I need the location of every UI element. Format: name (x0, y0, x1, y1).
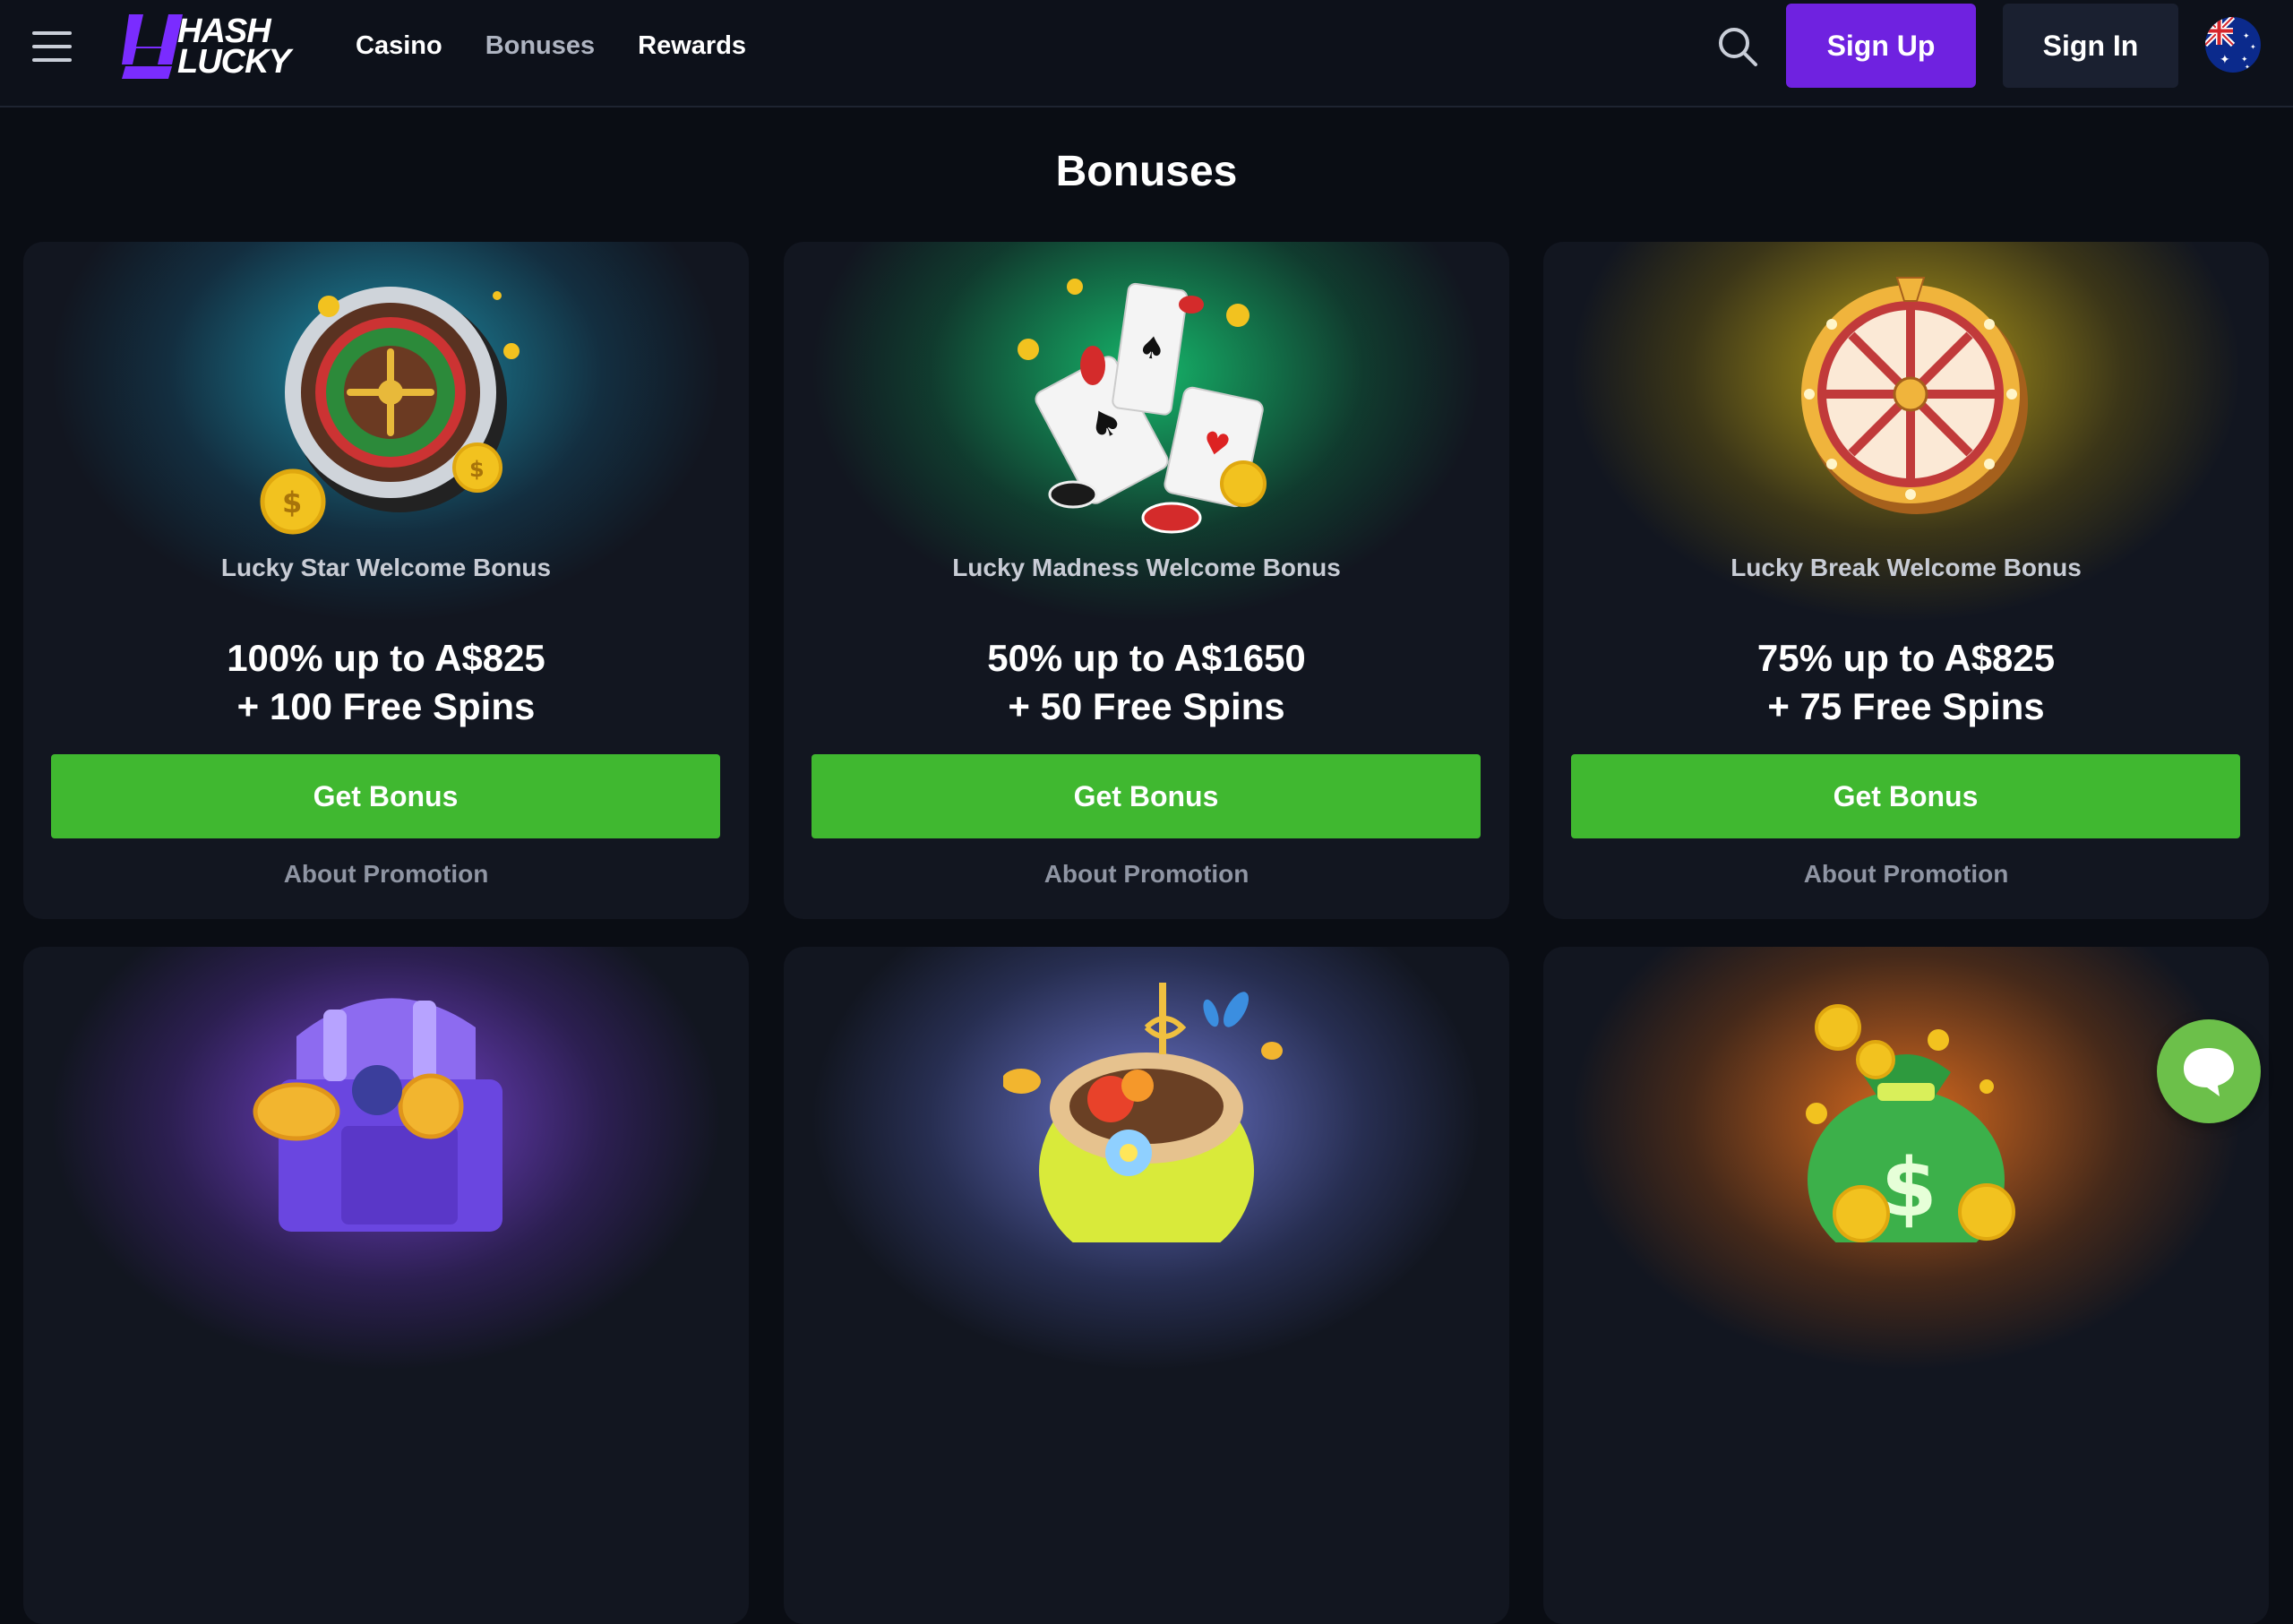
bonus-offer-line2: + 50 Free Spins (1008, 685, 1285, 727)
treasure-chest-icon (253, 998, 502, 1232)
chat-bubble-icon (2184, 1048, 2234, 1096)
get-bonus-button[interactable]: Get Bonus (1571, 754, 2240, 838)
bonus-name: Lucky Star Welcome Bonus (220, 554, 552, 581)
bonus-card: Lucky Break Welcome Bonus 75% up to A$82… (1543, 242, 2269, 919)
search-icon[interactable] (1716, 25, 1759, 68)
cocktail-coconut-icon (1003, 983, 1283, 1242)
sign-in-button[interactable]: Sign In (2003, 4, 2178, 88)
bonus-name: Lucky Madness Welcome Bonus (952, 554, 1341, 581)
svg-text:$: $ (469, 457, 485, 482)
svg-text:$: $ (1881, 1141, 1937, 1235)
logo-mark-icon (122, 14, 183, 79)
svg-text:$: $ (282, 485, 302, 520)
get-bonus-button[interactable]: Get Bonus (51, 754, 720, 838)
menu-icon[interactable] (32, 31, 72, 62)
get-bonus-button[interactable]: Get Bonus (812, 754, 1481, 838)
site-header: HASH LUCKY Casino Bonuses Rewards Sign U… (0, 0, 2293, 107)
bonus-card: $ $ Lucky Star Welcome Bonus 100% up to … (23, 242, 749, 919)
svg-text:✦: ✦ (2243, 32, 2250, 41)
about-promotion-link[interactable]: About Promotion (1543, 860, 2269, 889)
bonus-offer-line1: 75% up to A$825 (1756, 637, 2056, 679)
bonus-offer: 75% up to A$825 + 75 Free Spins (1543, 634, 2269, 731)
nav-casino[interactable]: Casino (356, 27, 442, 64)
page-title: Bonuses (1055, 148, 1238, 195)
bonus-offer-line2: + 100 Free Spins (236, 685, 536, 727)
bonus-offer: 50% up to A$1650 + 50 Free Spins (784, 634, 1509, 731)
bonus-name: Lucky Break Welcome Bonus (1730, 554, 2082, 581)
roulette-wheel-icon: $ $ (260, 287, 520, 535)
main-nav: Casino Bonuses Rewards (356, 27, 746, 64)
nav-bonuses[interactable]: Bonuses (485, 27, 595, 64)
about-promotion-link[interactable]: About Promotion (23, 860, 749, 889)
svg-text:✦: ✦ (2250, 43, 2256, 51)
logo-text-line1: HASH (177, 13, 271, 50)
bonus-card: ♠ ♠ ♥ Lucky Madness Welcome Bonus 50% up… (784, 242, 1509, 919)
logo[interactable]: HASH LUCKY (122, 14, 310, 79)
sign-up-button[interactable]: Sign Up (1786, 4, 1976, 88)
logo-text-line2: LUCKY (177, 43, 291, 81)
prize-wheel-icon (1801, 277, 2028, 514)
bonus-offer-line1: 50% up to A$1650 (987, 637, 1306, 679)
bonus-offer: 100% up to A$825 + 100 Free Spins (23, 634, 749, 731)
money-bag-icon: $ (1806, 1004, 2015, 1242)
svg-text:♠: ♠ (1136, 329, 1168, 368)
svg-text:✦: ✦ (2220, 53, 2230, 67)
chat-button[interactable] (2157, 1019, 2261, 1123)
nav-rewards[interactable]: Rewards (638, 27, 746, 64)
bonus-offer-line2: + 75 Free Spins (1767, 685, 2045, 727)
playing-cards-icon: ♠ ♠ ♥ (1018, 279, 1267, 534)
australia-flag-icon[interactable]: ✦ ✦ ✦ ✦ ✦ (2205, 17, 2261, 73)
bonus-card (23, 947, 749, 1624)
bonus-offer-line1: 100% up to A$825 (227, 637, 545, 679)
bonus-card: $ (1543, 947, 2269, 1624)
bonus-card (784, 947, 1509, 1624)
logo-text: HASH LUCKY (177, 13, 321, 81)
svg-text:✦: ✦ (2245, 64, 2250, 71)
about-promotion-link[interactable]: About Promotion (784, 860, 1509, 889)
